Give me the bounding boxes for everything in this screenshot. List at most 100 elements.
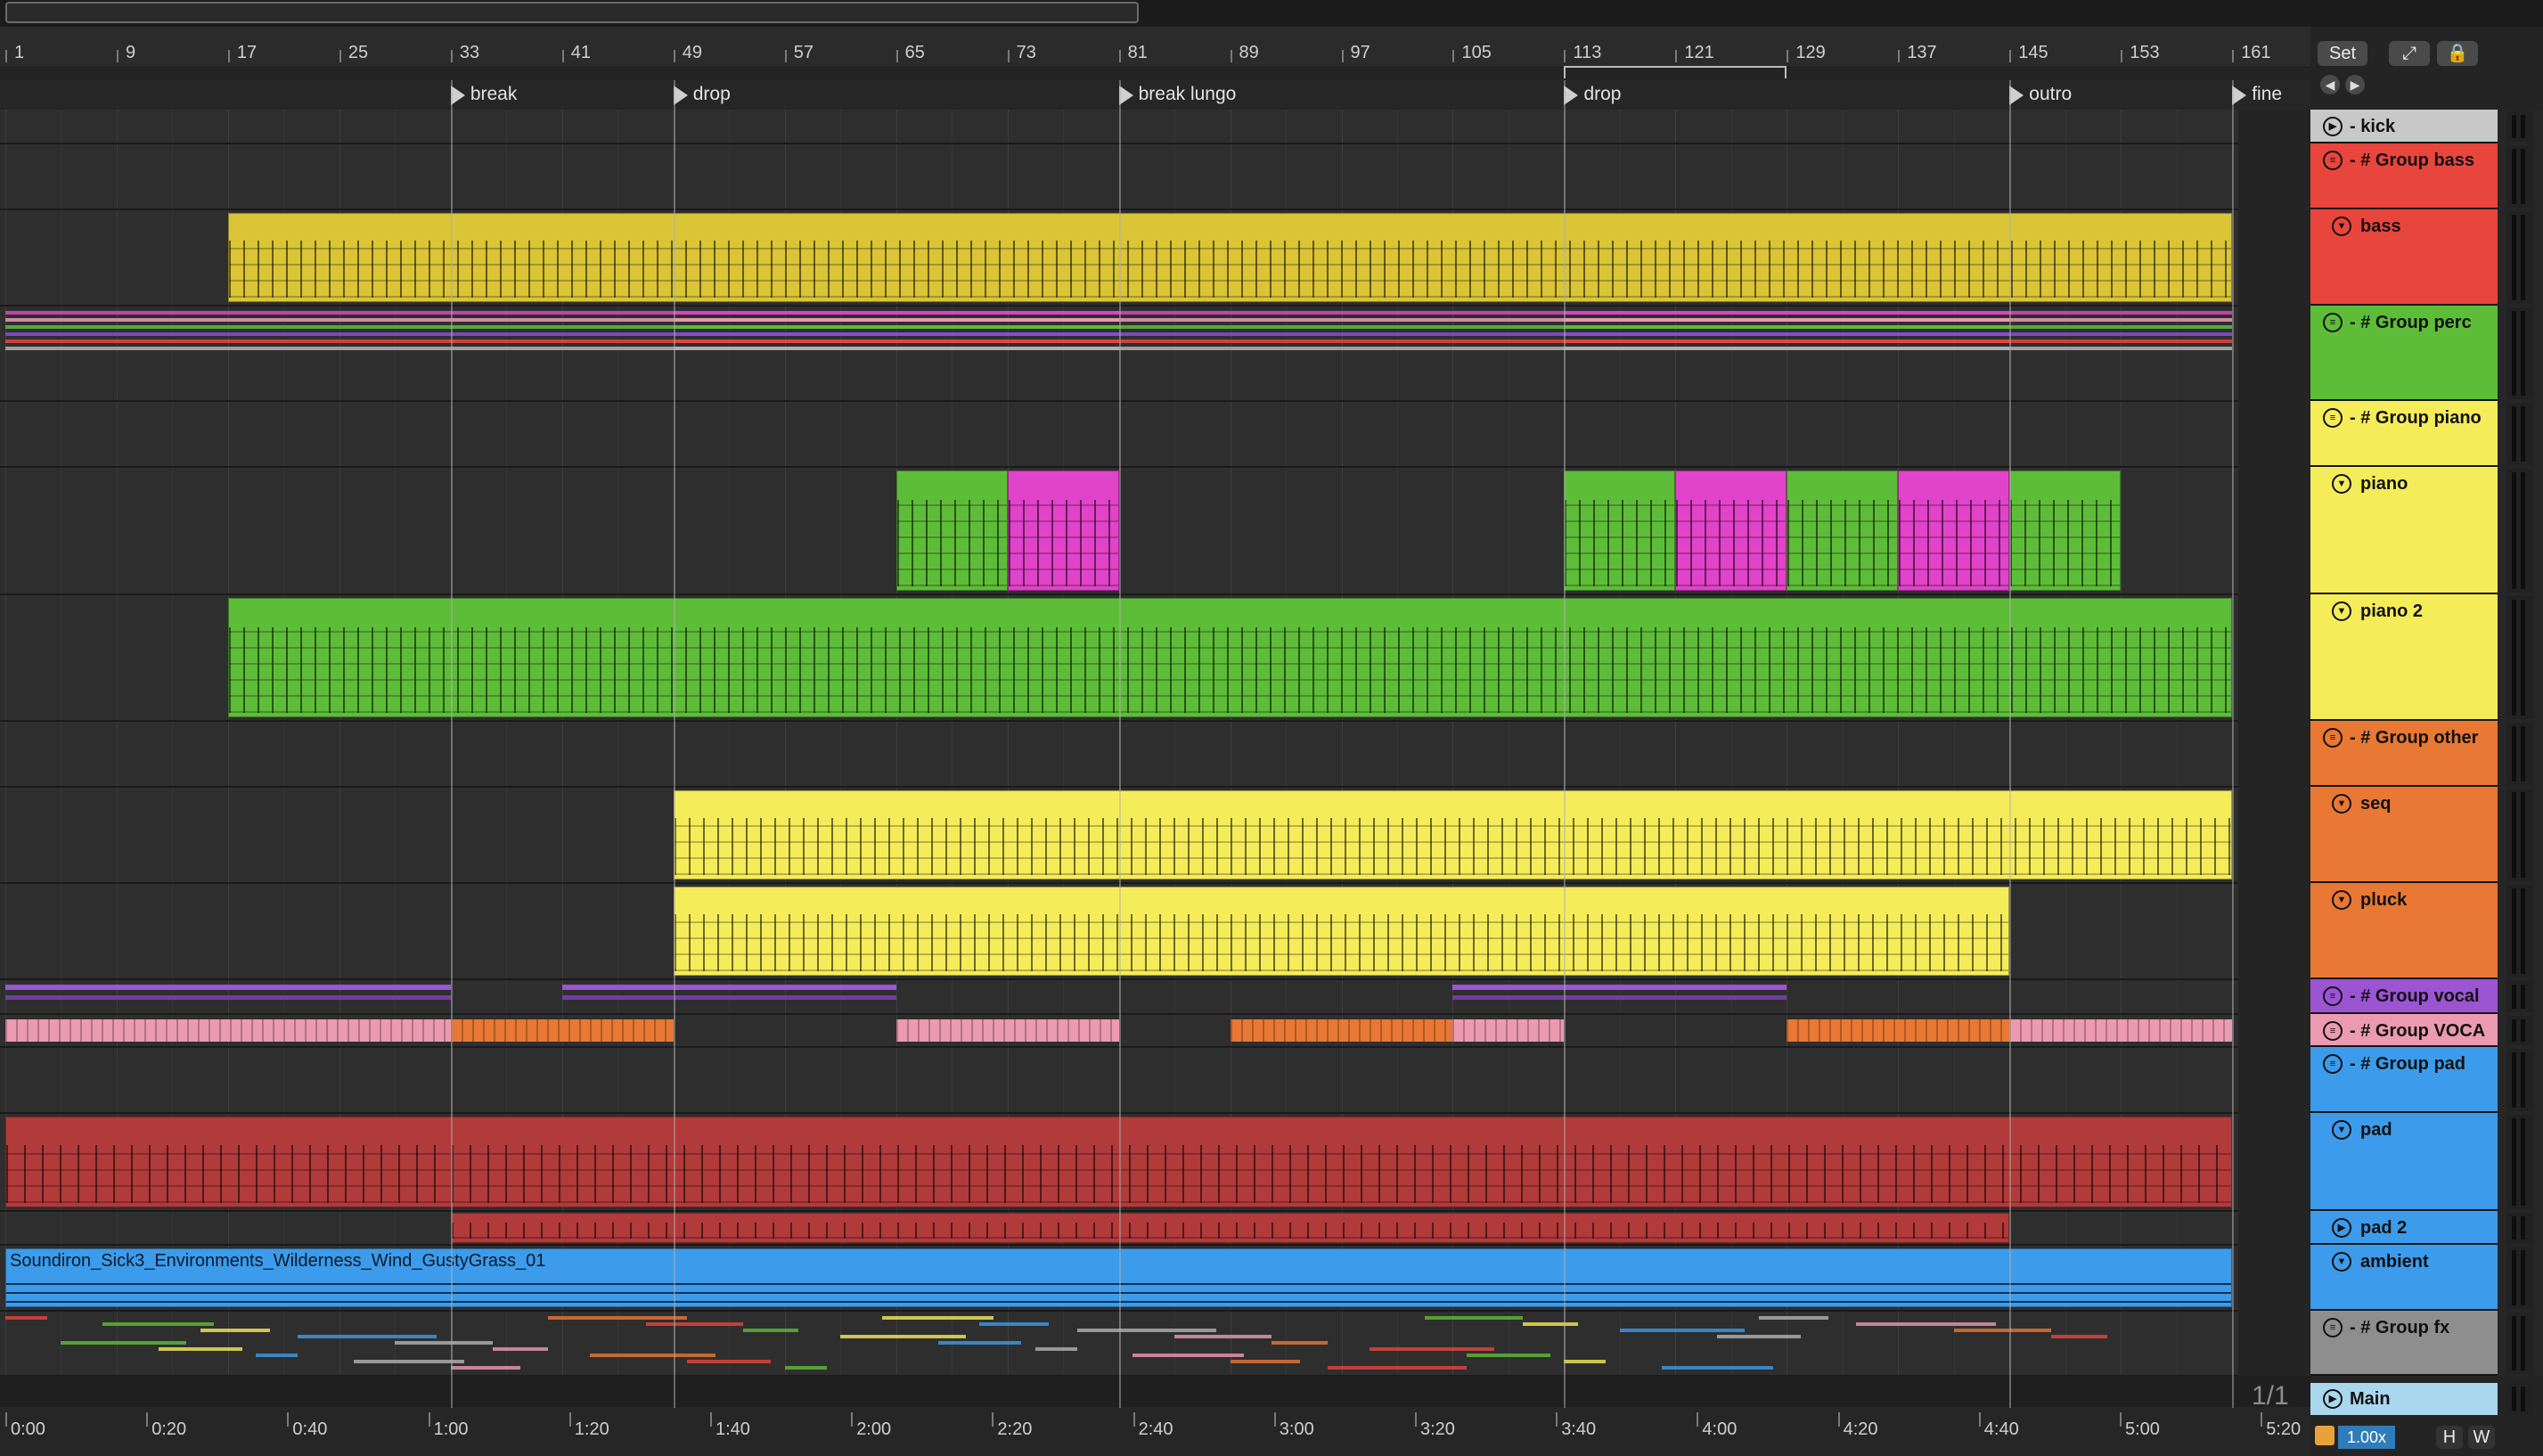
locator-label[interactable]: outro — [2029, 84, 2072, 105]
play-icon[interactable]: ▶ — [2332, 1218, 2351, 1238]
voca-clip[interactable] — [895, 1019, 1119, 1042]
ruler-tick — [1118, 50, 1121, 62]
piano-clip[interactable] — [1787, 470, 1899, 591]
group-icon[interactable]: ≡ — [2323, 1021, 2343, 1041]
fx-summary — [1174, 1335, 1272, 1338]
track-header-7[interactable]: ≡ - # Group other — [2310, 721, 2498, 787]
time-ruler[interactable]: 0:00 0:20 0:40 1:00 1:20 1:40 2:00 2:20 2:40 3:00… — [0, 1407, 2310, 1456]
group-icon[interactable]: ≡ — [2323, 728, 2343, 748]
track-header-13[interactable]: ▼ pad — [2310, 1113, 2498, 1211]
locator-marker[interactable] — [1564, 86, 1579, 105]
piano-clip[interactable] — [1675, 470, 1787, 591]
track-header-6[interactable]: ▼ piano 2 — [2310, 594, 2498, 721]
fold-icon[interactable]: ▼ — [2332, 794, 2351, 814]
piano-clip[interactable] — [895, 470, 1008, 591]
fx-summary — [1272, 1341, 1328, 1345]
meter-bar — [2521, 406, 2525, 462]
fold-icon[interactable]: ▼ — [2332, 1120, 2351, 1140]
fold-icon[interactable]: ▼ — [2332, 1252, 2351, 1272]
voca-clip[interactable] — [2009, 1019, 2233, 1042]
locator-marker[interactable] — [450, 86, 465, 105]
back-arrow-icon[interactable]: ◀ — [2320, 75, 2340, 94]
lock-icon[interactable]: 🔒 — [2437, 41, 2478, 66]
time-label: 3:40 — [1561, 1419, 1597, 1439]
group-icon[interactable]: ≡ — [2323, 408, 2343, 428]
track-header-main[interactable]: ▶ Main — [2310, 1383, 2498, 1415]
bar-number: 161 — [2241, 43, 2271, 62]
w-button[interactable]: W — [2468, 1426, 2495, 1449]
piano-clip[interactable] — [1564, 470, 1676, 591]
bar-number: 25 — [348, 43, 369, 62]
fx-summary — [5, 1316, 47, 1320]
forward-arrow-icon[interactable]: ▶ — [2345, 75, 2365, 94]
locator-marker[interactable] — [2009, 86, 2024, 105]
track-header-3[interactable]: ≡ - # Group perc — [2310, 306, 2498, 401]
bar-ruler[interactable]: 1 9 17 25 33 41 49 57 65 73 81 89 97 105 113 121 129 137 1… — [0, 27, 2310, 78]
voca-clip[interactable] — [1452, 1019, 1565, 1042]
loop-brace[interactable] — [1564, 66, 1787, 78]
fold-icon[interactable]: ▼ — [2332, 474, 2351, 494]
locator-marker[interactable] — [2232, 86, 2247, 105]
fx-summary — [1467, 1354, 1550, 1357]
group-icon[interactable]: ≡ — [2323, 1054, 2343, 1074]
fold-icon[interactable]: ▼ — [2332, 890, 2351, 910]
meter-bar — [2521, 985, 2525, 1009]
ruler-tick — [2121, 50, 2123, 62]
track-header-16[interactable]: ≡ - # Group fx — [2310, 1311, 2498, 1376]
fold-icon[interactable]: ▼ — [2332, 217, 2351, 236]
voca-clip[interactable] — [5, 1019, 451, 1042]
play-icon[interactable]: ▶ — [2323, 117, 2343, 136]
track-header-11[interactable]: ≡ - # Group VOCA — [2310, 1014, 2498, 1047]
pluck-clip[interactable] — [673, 887, 2010, 976]
voca-clip[interactable] — [1787, 1019, 2010, 1042]
clip-notes — [1676, 500, 1787, 586]
seq-clip[interactable] — [673, 790, 2233, 879]
locator-marker[interactable] — [673, 86, 688, 105]
voca-clip[interactable] — [450, 1019, 674, 1042]
horizontal-scrollbar[interactable] — [0, 1376, 2310, 1407]
h-button[interactable]: H — [2436, 1426, 2463, 1449]
locator-label[interactable]: fine — [2252, 84, 2282, 105]
track-header-1[interactable]: ≡ - # Group bass — [2310, 143, 2498, 209]
track-header-4[interactable]: ≡ - # Group piano — [2310, 401, 2498, 467]
track-header-9[interactable]: ▼ pluck — [2310, 883, 2498, 979]
perc-summary — [673, 347, 1119, 350]
track-header-15[interactable]: ▼ ambient — [2310, 1245, 2498, 1311]
voca-clip[interactable] — [1230, 1019, 1453, 1042]
locator-label[interactable]: break — [470, 84, 518, 105]
set-button[interactable]: Set — [2318, 41, 2367, 66]
bar-number: 153 — [2130, 43, 2160, 62]
fold-icon[interactable]: ▼ — [2332, 601, 2351, 621]
group-icon[interactable]: ≡ — [2323, 986, 2343, 1006]
track-meter — [2506, 723, 2533, 785]
locator-label[interactable]: break lungo — [1139, 84, 1237, 105]
piano-clip[interactable] — [2009, 470, 2122, 591]
track-header-8[interactable]: ▼ seq — [2310, 787, 2498, 883]
bass-clip[interactable] — [227, 213, 2233, 302]
track-header-2[interactable]: ▼ bass — [2310, 209, 2498, 306]
locator-label[interactable]: drop — [693, 84, 731, 105]
track-header-0[interactable]: ▶ - kick — [2310, 110, 2498, 143]
piano-clip[interactable] — [1007, 470, 1119, 591]
track-header-14[interactable]: ▶ pad 2 — [2310, 1211, 2498, 1245]
locator-marker[interactable] — [1118, 86, 1133, 105]
expand-icon[interactable]: ⤢ — [2389, 41, 2430, 66]
track-header-10[interactable]: ≡ - # Group vocal — [2310, 979, 2498, 1014]
track-header-5[interactable]: ▼ piano — [2310, 467, 2498, 594]
overview-bar[interactable] — [0, 0, 2543, 27]
group-icon[interactable]: ≡ — [2323, 1318, 2343, 1337]
piano-clip[interactable] — [1898, 470, 2010, 591]
meter-bar — [2512, 149, 2516, 204]
zoom-icon[interactable] — [2315, 1426, 2334, 1445]
track-header-12[interactable]: ≡ - # Group pad — [2310, 1047, 2498, 1113]
track-name: - # Group bass — [2350, 151, 2475, 170]
locator-label[interactable]: drop — [1583, 84, 1621, 105]
piano2-clip[interactable] — [227, 598, 2233, 717]
group-icon[interactable]: ≡ — [2323, 151, 2343, 170]
zoom-value[interactable]: 1.00x — [2338, 1426, 2395, 1449]
group-icon[interactable]: ≡ — [2323, 313, 2343, 332]
overview-selection[interactable] — [5, 2, 1139, 23]
track-meter — [2506, 111, 2533, 142]
pad2-clip[interactable] — [450, 1213, 2010, 1243]
play-icon[interactable]: ▶ — [2323, 1389, 2343, 1409]
